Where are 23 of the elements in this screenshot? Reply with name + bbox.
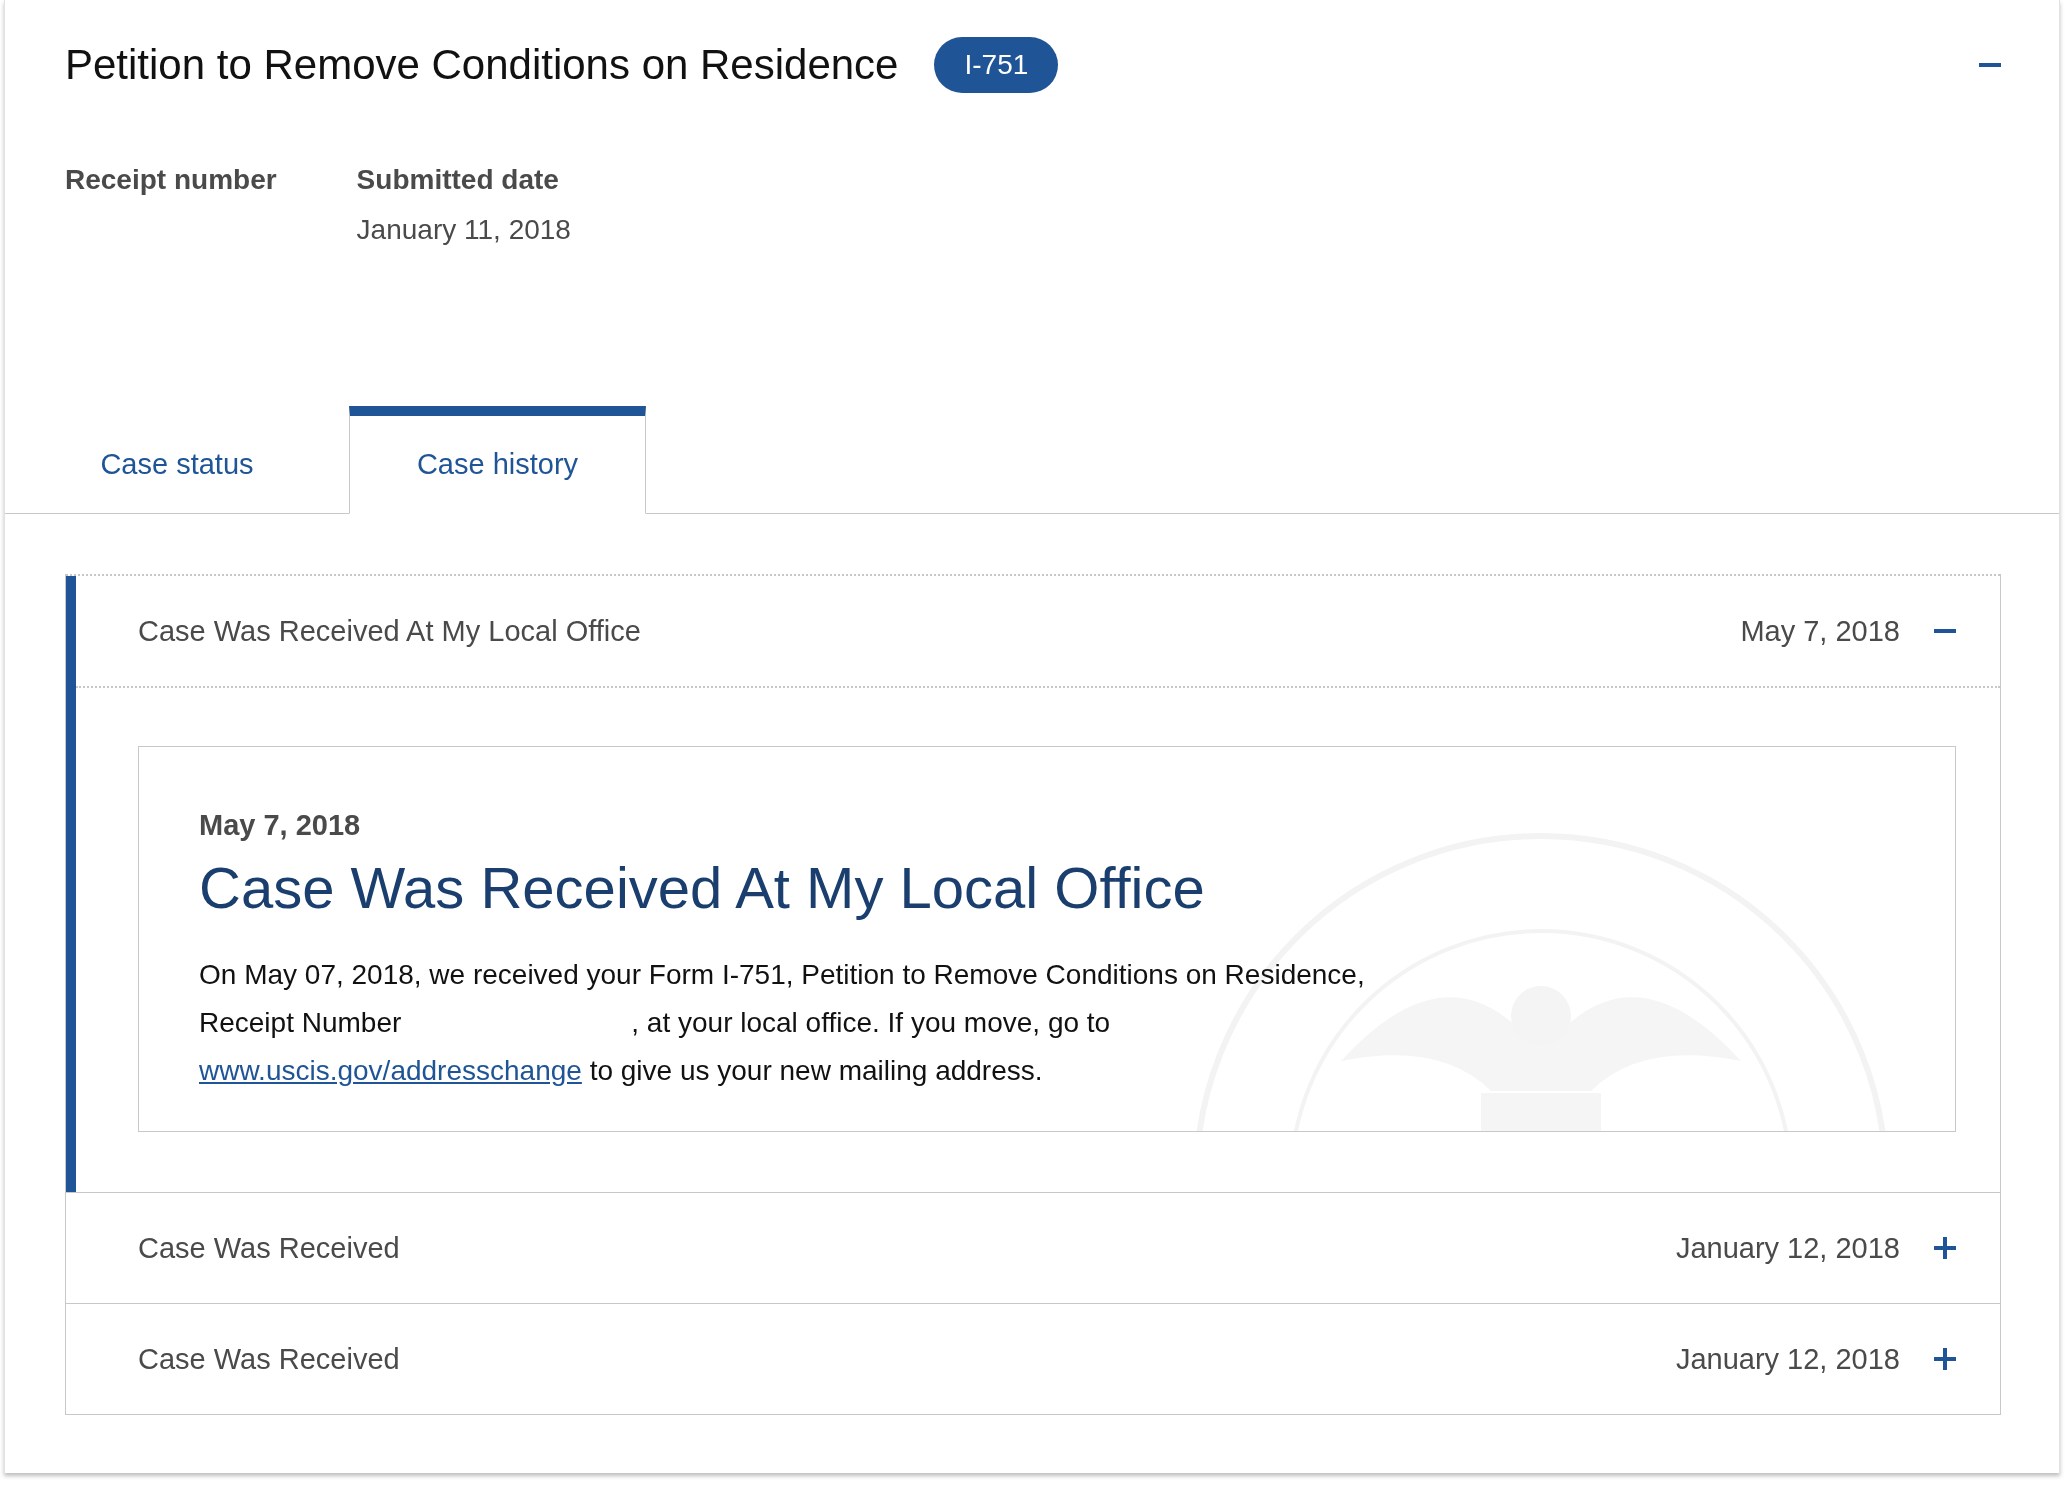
form-badge: I-751 — [934, 37, 1059, 93]
detail-text: On May 07, 2018, we received your Form I-751, Petition to Remove Conditions on Residence, Receipt Number , at your local office. If you move, go to www.uscis.gov/addresschange to give us your new mailing address. — [199, 958, 1366, 1088]
history-title: Case Was Received At My Local Office — [138, 614, 641, 648]
history-row[interactable]: Case Was Received At My Local Office May 7, 2018 — [76, 576, 2000, 688]
plus-icon[interactable] — [1934, 1237, 1956, 1259]
minus-icon — [1979, 63, 2001, 67]
history-title: Case Was Received — [138, 1231, 400, 1265]
detail-date: May 7, 2018 — [199, 809, 362, 842]
plus-icon[interactable] — [1934, 1348, 1956, 1370]
tab[interactable]: Case history — [349, 406, 646, 514]
history-date: May 7, 2018 — [1740, 614, 1900, 648]
history-date: January 12, 2018 — [1675, 1231, 1900, 1265]
field-label: Receipt number — [65, 164, 277, 196]
field-value: January 11, 2018 — [356, 214, 571, 246]
tab[interactable]: Case status — [5, 406, 349, 514]
form-title: Petition to Remove Conditions on Residence — [65, 41, 899, 89]
history-row[interactable]: Case Was Received January 12, 2018 — [66, 1304, 2000, 1414]
history-title: Case Was Received — [138, 1342, 400, 1376]
detail-heading: Case Was Received At My Local Office — [199, 854, 1206, 921]
field-label: Submitted date — [356, 164, 560, 196]
address-change-link[interactable]: www.uscis.gov/addresschange — [199, 1055, 582, 1086]
history-row[interactable]: Case Was Received January 12, 2018 — [66, 1193, 2000, 1303]
history-date: January 12, 2018 — [1675, 1342, 1900, 1376]
